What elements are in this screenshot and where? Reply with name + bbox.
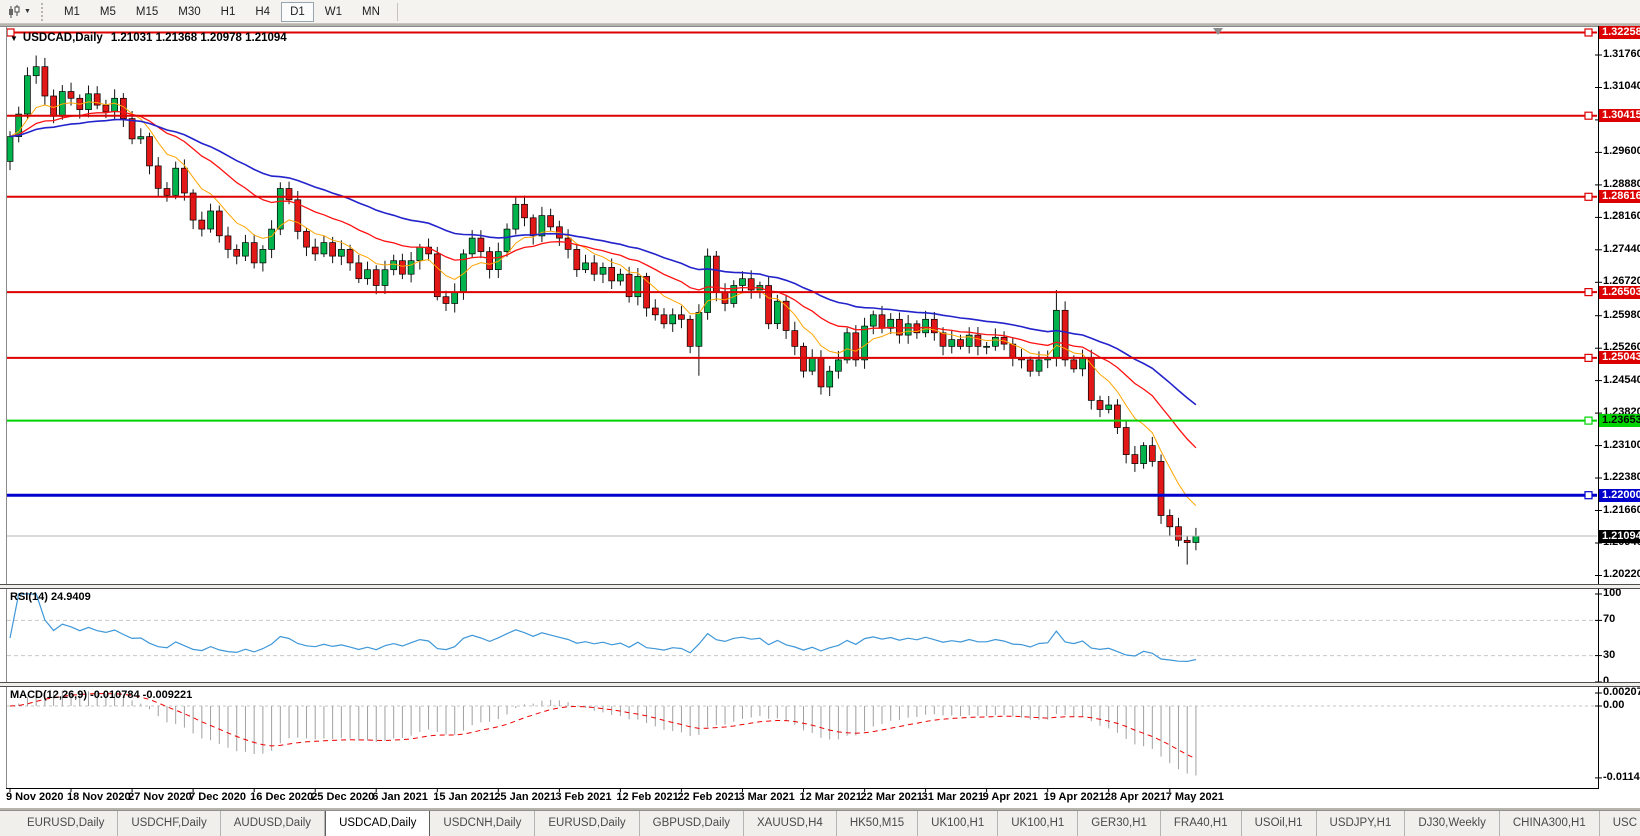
rsi-line xyxy=(9,593,1197,663)
chart-tab-eurusd-daily[interactable]: EURUSD,Daily xyxy=(535,811,640,836)
current-price-badge: 1.21094 xyxy=(1599,530,1640,543)
timeframe-toolbar: ▼ M1 M5 M15 M30 H1 H4 D1 W1 MN xyxy=(0,0,1640,24)
chart-tab-usoil-h1[interactable]: USOil,H1 xyxy=(1242,811,1317,836)
date-axis-label: 9 Nov 2020 xyxy=(6,791,64,803)
chart-title: ▼ USDCAD,Daily 1.21031 1.21368 1.20978 1.2… xyxy=(10,32,287,44)
price-axis-tick: 1.27440 xyxy=(1603,243,1640,255)
date-axis-label: 25 Dec 2020 xyxy=(311,791,375,803)
timeframe-button-h4[interactable]: H4 xyxy=(246,2,279,22)
moving-average-lines xyxy=(9,101,1197,507)
rsi-label: RSI(14) 24.9409 xyxy=(10,591,91,603)
chart-tab-eurusd-daily[interactable]: EURUSD,Daily xyxy=(14,811,119,836)
chart-window[interactable]: ▼ USDCAD,Daily 1.21031 1.21368 1.20978 1.2… xyxy=(0,26,1640,808)
chart-tabbar: EURUSD,Daily USDCHF,Daily AUDUSD,Daily USDC… xyxy=(0,810,1640,836)
rsi-axis-tick: 70 xyxy=(1603,613,1616,625)
chart-tab-xauusd-h4[interactable]: XAUUSD,H4 xyxy=(744,811,837,836)
price-axis-tick: 1.28160 xyxy=(1603,210,1640,222)
timeframe-button-m30[interactable]: M30 xyxy=(169,2,209,22)
price-axis-tick: 1.31040 xyxy=(1603,80,1640,92)
date-axis-label: 22 Feb 2021 xyxy=(677,791,740,803)
macd-pane-graphics xyxy=(7,690,1597,776)
price-level-badge: 1.28616 xyxy=(1599,190,1640,203)
price-axis-tick: 1.29600 xyxy=(1603,145,1640,157)
date-axis-label: 3 Feb 2021 xyxy=(555,791,612,803)
macd-histogram xyxy=(18,690,1197,776)
chart-tab-hk50-m15[interactable]: HK50,M15 xyxy=(837,811,919,836)
timeframe-button-m15[interactable]: M15 xyxy=(127,2,167,22)
chart-tab-usdcnh-daily[interactable]: USDCNH,Daily xyxy=(430,811,536,836)
chart-tab-usdjpy-h1[interactable]: USDJPY,H1 xyxy=(1317,811,1406,836)
date-axis-label: 12 Mar 2021 xyxy=(799,791,862,803)
macd-axis-tick: 0.002074 xyxy=(1603,686,1640,698)
date-axis-label: 16 Dec 2020 xyxy=(250,791,314,803)
pane-borders xyxy=(0,26,1640,792)
timeframe-button-h1[interactable]: H1 xyxy=(212,2,245,22)
date-axis-label: 28 Apr 2021 xyxy=(1104,791,1167,803)
pane-splitter-macd[interactable] xyxy=(0,682,1640,687)
price-axis-tick: 1.23100 xyxy=(1603,439,1640,451)
chart-tab-fra40-h1[interactable]: FRA40,H1 xyxy=(1161,811,1242,836)
date-axis-label: 15 Jan 2021 xyxy=(433,791,496,803)
date-axis-label: 9 Apr 2021 xyxy=(982,791,1038,803)
price-axis-tick: 1.21660 xyxy=(1603,504,1640,516)
macd-signal-line xyxy=(9,693,1197,760)
ohlc-values: 1.21031 1.21368 1.20978 1.21094 xyxy=(110,32,287,44)
date-axis-label: 7 May 2021 xyxy=(1165,791,1224,803)
candles-group xyxy=(6,55,1200,565)
macd-label: MACD(12,26,9) -0.010784 -0.009221 xyxy=(10,689,193,701)
rsi-axis-tick: 30 xyxy=(1603,649,1616,661)
chart-tab-uk100-h1[interactable]: UK100,H1 xyxy=(998,811,1079,836)
price-level-badge: 1.25043 xyxy=(1599,351,1640,364)
date-axis-label: 25 Jan 2021 xyxy=(494,791,557,803)
chart-options-icon[interactable]: ▼ xyxy=(3,3,35,21)
macd-axis-tick: 0.00 xyxy=(1603,699,1625,711)
chart-tabs: EURUSD,Daily USDCHF,Daily AUDUSD,Daily USDC… xyxy=(14,811,1640,836)
date-axis-label: 7 Dec 2020 xyxy=(189,791,246,803)
chart-tab-ger30-h1[interactable]: GER30,H1 xyxy=(1078,811,1161,836)
chart-tab-dj30-weekly[interactable]: DJ30,Weekly xyxy=(1405,811,1500,836)
price-level-badge: 1.30415 xyxy=(1599,109,1640,122)
chevron-down-icon: ▼ xyxy=(24,8,31,15)
chart-tab-usdchf-daily[interactable]: USDCHF,Daily xyxy=(118,811,221,836)
price-axis-tick: 1.31760 xyxy=(1603,48,1640,60)
timeframe-button-mn[interactable]: MN xyxy=(353,2,389,22)
price-level-badge: 1.26503 xyxy=(1599,286,1640,299)
price-axis-tick: 1.22380 xyxy=(1603,471,1640,483)
chart-tab-usc[interactable]: USC xyxy=(1600,811,1640,836)
chart-canvas[interactable] xyxy=(0,26,1640,808)
symbol-period-label: USDCAD,Daily xyxy=(22,32,103,44)
macd-axis-tick: -0.011462 xyxy=(1603,771,1640,783)
date-axis-label: 6 Jan 2021 xyxy=(372,791,428,803)
chart-tab-usdcad-daily[interactable]: USDCAD,Daily xyxy=(325,811,431,836)
timeframe-buttons: M1 M5 M15 M30 H1 H4 D1 W1 MN xyxy=(54,1,390,22)
chart-tab-gbpusd-daily[interactable]: GBPUSD,Daily xyxy=(640,811,744,836)
date-axis-label: 22 Mar 2021 xyxy=(860,791,923,803)
price-level-badge: 1.23653 xyxy=(1599,414,1640,427)
date-axis-label: 18 Nov 2020 xyxy=(67,791,131,803)
toolbar-drag-handle[interactable] xyxy=(40,2,46,21)
date-axis-label: 12 Feb 2021 xyxy=(616,791,679,803)
horizontal-level-lines[interactable] xyxy=(6,28,1597,500)
chart-tab-china300-h1[interactable]: CHINA300,H1 xyxy=(1500,811,1600,836)
date-axis-label: 27 Nov 2020 xyxy=(128,791,192,803)
date-axis-label: 3 Mar 2021 xyxy=(738,791,795,803)
chart-tab-audusd-daily[interactable]: AUDUSD,Daily xyxy=(221,811,326,836)
date-axis-label: 19 Apr 2021 xyxy=(1043,791,1106,803)
price-level-badge: 1.32258 xyxy=(1599,26,1640,39)
price-axis-tick: 1.20220 xyxy=(1603,568,1640,580)
chart-tab-uk100-h1[interactable]: UK100,H1 xyxy=(918,811,999,836)
timeframe-button-m1[interactable]: M1 xyxy=(55,2,89,22)
price-axis-tick: 1.24540 xyxy=(1603,374,1640,386)
timeframe-button-m5[interactable]: M5 xyxy=(91,2,125,22)
timeframe-button-d1[interactable]: D1 xyxy=(281,1,314,22)
timeframe-button-w1[interactable]: W1 xyxy=(316,2,351,22)
date-axis-label: 31 Mar 2021 xyxy=(921,791,984,803)
symbol-dropdown-marker[interactable]: ▼ xyxy=(10,34,18,43)
pane-splitter-rsi[interactable] xyxy=(0,584,1640,589)
price-axis-tick: 1.25980 xyxy=(1603,309,1640,321)
candlestick-chart-icon xyxy=(9,4,20,18)
toolbar-divider xyxy=(396,2,398,21)
price-level-badge: 1.22000 xyxy=(1599,489,1640,502)
rsi-pane-graphics xyxy=(7,593,1597,663)
